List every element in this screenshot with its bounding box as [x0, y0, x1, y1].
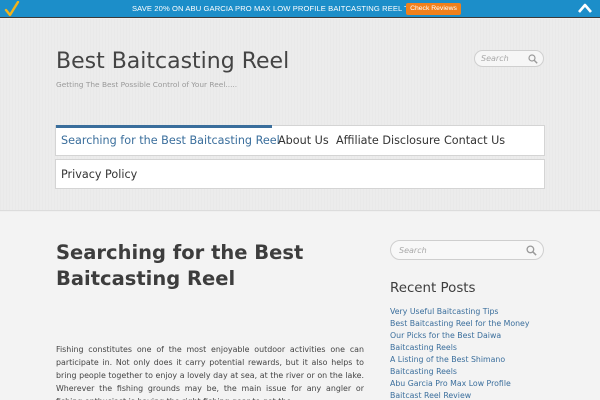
search-placeholder: Search	[399, 246, 427, 255]
search-placeholder: Search	[481, 54, 509, 63]
recent-posts-heading: Recent Posts	[390, 281, 476, 296]
check-reviews-button[interactable]: Check Reviews	[406, 3, 461, 15]
recent-post-link[interactable]: A Listing of the Best Shimano Baitcastin…	[390, 354, 540, 378]
current-item-indicator	[56, 125, 272, 128]
site-title[interactable]: Best Baitcasting Reel	[56, 49, 289, 74]
recent-post-link[interactable]: Our Picks for the Best Daiwa Baitcasting…	[390, 330, 540, 354]
recent-post-link[interactable]: Very Useful Baitcasting Tips	[390, 306, 540, 318]
recent-post-link[interactable]: Abu Garcia Pro Max Low Profile Baitcast …	[390, 378, 540, 400]
recent-posts-list: Very Useful Baitcasting Tips Best Baitca…	[390, 306, 540, 400]
page-title: Searching for the Best Baitcasting Reel	[56, 241, 304, 290]
search-icon[interactable]	[528, 54, 538, 64]
header-search-input[interactable]: Search	[474, 50, 544, 67]
checkmark-icon	[4, 1, 20, 17]
site-tagline: Getting The Best Possible Control of You…	[56, 80, 238, 89]
search-icon[interactable]	[526, 245, 537, 256]
recent-post-link[interactable]: Best Baitcasting Reel for the Money	[390, 318, 540, 330]
main-nav-row-1: Searching for the Best Baitcasting Reel …	[55, 125, 545, 156]
nav-item-searching-best-baitcasting-reel[interactable]: Searching for the Best Baitcasting Reel	[61, 134, 280, 147]
sidebar-search-input[interactable]: Search	[390, 240, 544, 260]
main-nav-row-2: Privacy Policy	[55, 159, 545, 189]
nav-item-about-us[interactable]: About Us	[278, 134, 329, 147]
promo-bar: SAVE 20% ON ABU GARCIA PRO MAX LOW PROFI…	[0, 0, 600, 18]
site-header: Best Baitcasting Reel Getting The Best P…	[0, 19, 600, 211]
promo-text: SAVE 20% ON ABU GARCIA PRO MAX LOW PROFI…	[132, 4, 431, 13]
collapse-arrow-icon[interactable]	[578, 2, 592, 14]
nav-item-contact-us[interactable]: Contact Us	[444, 134, 505, 147]
article-body: Fishing constitutes one of the most enjo…	[56, 345, 364, 400]
nav-item-privacy-policy[interactable]: Privacy Policy	[61, 168, 137, 181]
nav-item-affiliate-disclosure[interactable]: Affiliate Disclosure	[336, 134, 440, 147]
